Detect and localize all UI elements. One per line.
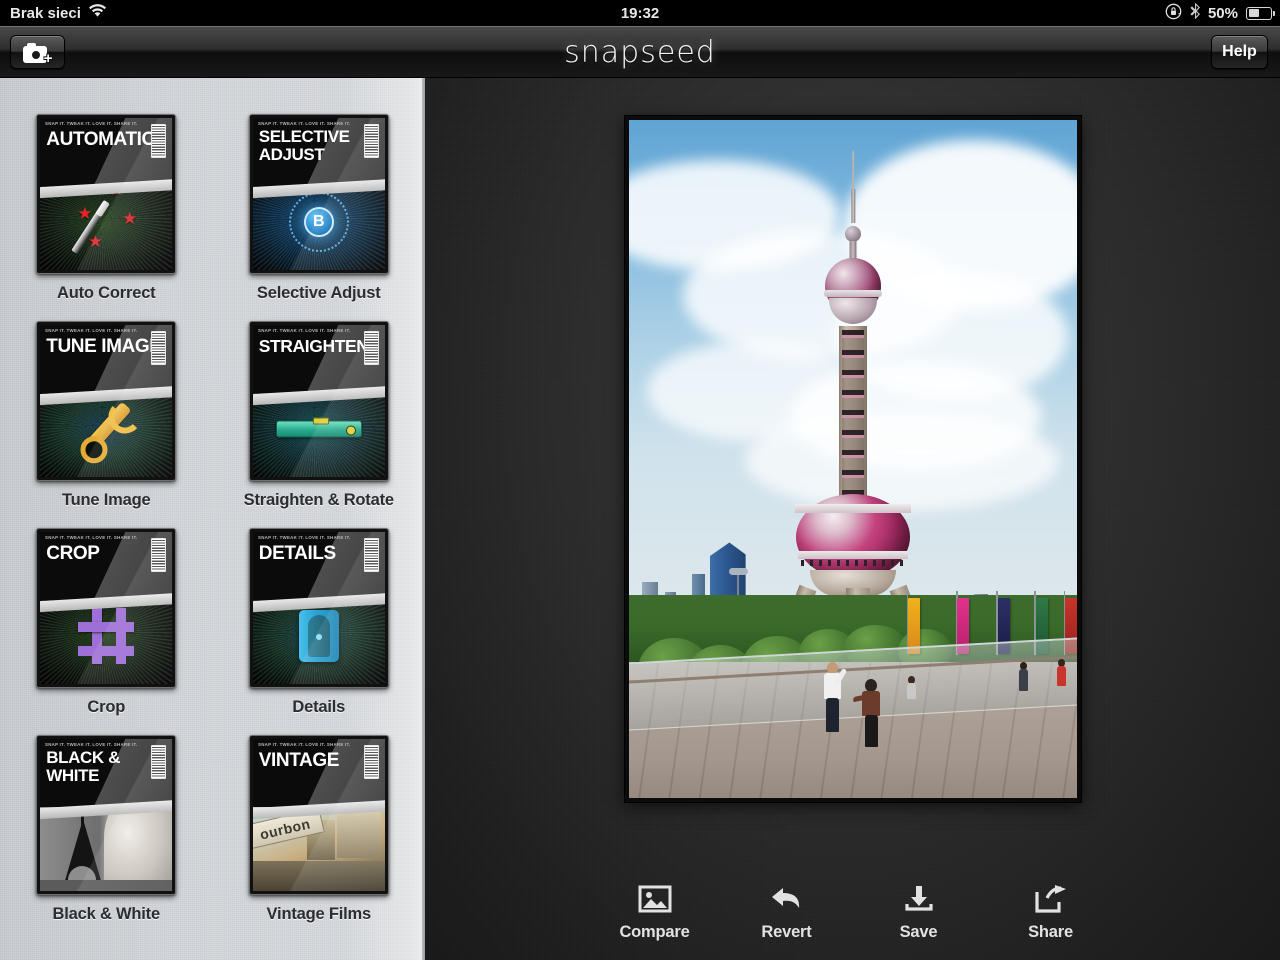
- filter-label: Details: [292, 698, 346, 716]
- selective-b-icon: B: [303, 206, 334, 237]
- card-title: TUNE IMAGE: [46, 336, 162, 357]
- photo-frame[interactable]: [625, 116, 1081, 802]
- card-tagline: SNAP IT. TWEAK IT. LOVE IT. SHARE IT.: [45, 742, 138, 748]
- barcode-icon: [363, 331, 379, 365]
- card-title: VINTAGE: [258, 750, 340, 771]
- filter-label: Crop: [87, 698, 126, 716]
- battery-icon: [1246, 6, 1275, 20]
- filter-item-auto-correct[interactable]: ★ ★ ★ ★ SNAP IT. TWEAK IT. LOVE IT. SHAR…: [0, 114, 213, 303]
- filter-label: Selective Adjust: [256, 284, 381, 302]
- bluetooth-icon: [1190, 2, 1200, 23]
- filter-card[interactable]: SNAP IT. TWEAK IT. LOVE IT. SHARE IT. CR…: [36, 528, 177, 688]
- share-button[interactable]: Share: [1008, 884, 1094, 942]
- card-tagline: SNAP IT. TWEAK IT. LOVE IT. SHARE IT.: [257, 742, 351, 748]
- barcode-icon: [363, 124, 379, 158]
- card-tagline: SNAP IT. TWEAK IT. LOVE IT. SHARE IT.: [257, 328, 351, 334]
- filter-item-vintage-films[interactable]: ourbon SNAP IT. TWEAK IT. LOVE IT. SHARE…: [213, 735, 426, 924]
- filter-label: Black & White: [52, 905, 161, 923]
- barcode-icon: [363, 745, 379, 779]
- edited-photo[interactable]: [629, 120, 1077, 798]
- share-icon: [1034, 884, 1068, 914]
- filter-card[interactable]: ourbon SNAP IT. TWEAK IT. LOVE IT. SHARE…: [248, 735, 389, 895]
- save-label: Save: [899, 923, 938, 941]
- card-title: CROP: [46, 543, 100, 564]
- card-tagline: SNAP IT. TWEAK IT. LOVE IT. SHARE IT.: [45, 535, 138, 541]
- filter-item-crop[interactable]: SNAP IT. TWEAK IT. LOVE IT. SHARE IT. CR…: [0, 528, 213, 717]
- barcode-icon: [151, 538, 167, 572]
- action-toolbar: Compare Revert Save Share: [425, 884, 1280, 942]
- filter-sidebar[interactable]: ★ ★ ★ ★ SNAP IT. TWEAK IT. LOVE IT. SHAR…: [0, 78, 425, 960]
- filter-item-black-and-white[interactable]: SNAP IT. TWEAK IT. LOVE IT. SHARE IT. BL…: [0, 735, 213, 924]
- save-button[interactable]: Save: [876, 884, 962, 942]
- revert-button[interactable]: Revert: [744, 884, 830, 942]
- download-icon: [902, 884, 936, 914]
- editor-canvas: Compare Revert Save Share: [425, 78, 1280, 960]
- pencil-sharpener-icon: [298, 609, 339, 662]
- share-label: Share: [1028, 923, 1073, 941]
- filter-card[interactable]: ★ ★ ★ ★ SNAP IT. TWEAK IT. LOVE IT. SHAR…: [36, 114, 177, 274]
- filter-grid: ★ ★ ★ ★ SNAP IT. TWEAK IT. LOVE IT. SHAR…: [0, 78, 425, 942]
- card-title: BLACK & WHITE: [46, 748, 120, 785]
- card-title: STRAIGHTEN: [258, 336, 369, 356]
- filter-card[interactable]: SNAP IT. TWEAK IT. LOVE IT. SHARE IT. TU…: [36, 321, 177, 481]
- filter-label: Auto Correct: [57, 284, 156, 302]
- app-title: snapseed: [564, 34, 716, 70]
- barcode-icon: [151, 331, 167, 365]
- card-tagline: SNAP IT. TWEAK IT. LOVE IT. SHARE IT.: [45, 328, 138, 334]
- filter-card[interactable]: B SNAP IT. TWEAK IT. LOVE IT. SHARE IT. …: [248, 114, 389, 274]
- card-title: DETAILS: [258, 543, 336, 564]
- compare-label: Compare: [619, 923, 690, 941]
- card-title: SELECTIVE ADJUST: [258, 127, 350, 164]
- compare-button[interactable]: Compare: [612, 884, 698, 942]
- revert-label: Revert: [761, 923, 812, 941]
- crop-marks-icon: [78, 607, 135, 664]
- filter-card[interactable]: SNAP IT. TWEAK IT. LOVE IT. SHARE IT. BL…: [36, 735, 177, 895]
- filter-card[interactable]: SNAP IT. TWEAK IT. LOVE IT. SHARE IT. ST…: [248, 321, 389, 481]
- card-tagline: SNAP IT. TWEAK IT. LOVE IT. SHARE IT.: [45, 121, 138, 127]
- nav-bar: + snapseed Help: [0, 26, 1280, 78]
- filter-label: Tune Image: [62, 491, 151, 509]
- card-tagline: SNAP IT. TWEAK IT. LOVE IT. SHARE IT.: [257, 121, 351, 127]
- spirit-level-icon: [275, 417, 362, 437]
- clock: 19:32: [620, 4, 660, 22]
- card-tagline: SNAP IT. TWEAK IT. LOVE IT. SHARE IT.: [257, 535, 351, 541]
- filter-label: Straighten & Rotate: [243, 491, 394, 509]
- status-bar-right: 50%: [1165, 2, 1275, 24]
- barcode-icon: [151, 124, 167, 158]
- filter-item-straighten-rotate[interactable]: SNAP IT. TWEAK IT. LOVE IT. SHARE IT. ST…: [213, 321, 426, 510]
- filter-item-tune-image[interactable]: SNAP IT. TWEAK IT. LOVE IT. SHARE IT. TU…: [0, 321, 213, 510]
- help-button[interactable]: Help: [1211, 35, 1268, 69]
- filter-item-selective-adjust[interactable]: B SNAP IT. TWEAK IT. LOVE IT. SHARE IT. …: [213, 114, 426, 303]
- filter-item-details[interactable]: SNAP IT. TWEAK IT. LOVE IT. SHARE IT. DE…: [213, 528, 426, 717]
- card-title: AUTOMATIC: [46, 129, 155, 150]
- barcode-icon: [151, 745, 167, 779]
- barcode-icon: [363, 538, 379, 572]
- undo-arrow-icon: [770, 884, 804, 914]
- filter-label: Vintage Films: [266, 905, 372, 923]
- battery-percent: 50%: [1207, 4, 1238, 22]
- status-bar: Brak sieci 19:32 50%: [0, 0, 1280, 26]
- rotation-lock-icon: [1165, 3, 1182, 24]
- image-icon: [638, 884, 672, 914]
- filter-card[interactable]: SNAP IT. TWEAK IT. LOVE IT. SHARE IT. DE…: [248, 528, 389, 688]
